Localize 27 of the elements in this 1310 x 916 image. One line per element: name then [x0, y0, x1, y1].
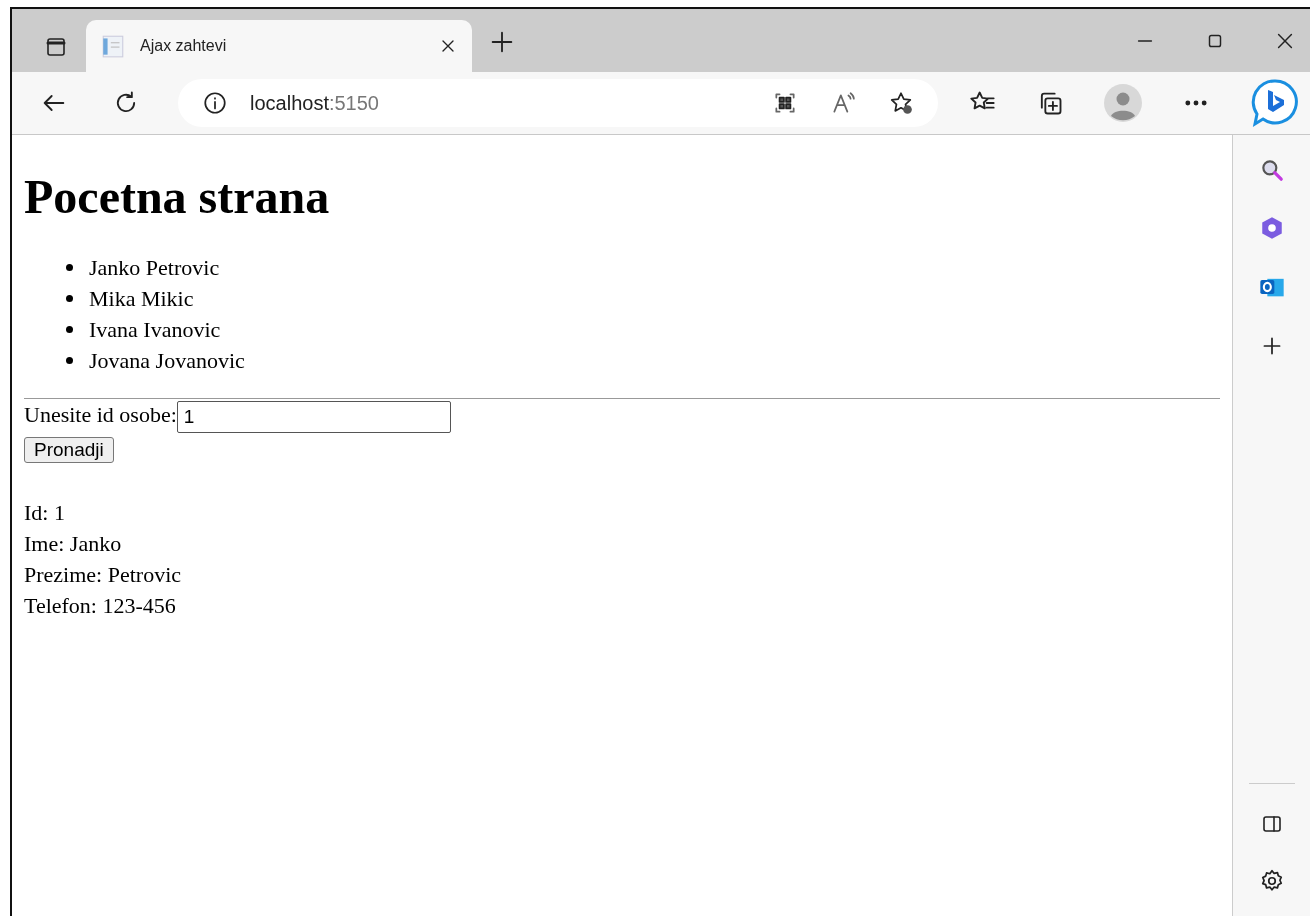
address-bar[interactable]: localhost:5150	[178, 79, 938, 127]
field-label: Unesite id osobe:	[24, 402, 177, 427]
result-line: Prezime: Petrovic	[24, 560, 182, 589]
browser-tab[interactable]: Ajax zahtevi	[86, 20, 472, 72]
bullet-icon	[66, 357, 73, 364]
bullet-icon	[66, 295, 73, 302]
page-heading: Pocetna strana	[24, 169, 331, 224]
avatar-icon[interactable]	[1104, 84, 1142, 122]
tab-title: Ajax zahtevi	[140, 37, 228, 55]
bullet-icon	[66, 264, 73, 271]
result-line: Telefon: 123-456	[24, 591, 177, 620]
result-line: Id: 1	[24, 498, 66, 527]
bullet-icon	[66, 326, 73, 333]
id-input[interactable]: 1	[176, 400, 451, 433]
page-icon	[100, 33, 126, 59]
grid-icon[interactable]	[772, 90, 798, 116]
star-add-icon[interactable]	[888, 90, 914, 116]
list-item: Ivana Ivanovic	[89, 316, 221, 344]
list-item: Mika Mikic	[89, 285, 194, 313]
url-text: localhost:5150	[250, 91, 380, 115]
search-button[interactable]: Pronadji	[24, 436, 114, 463]
tab-actions-icon[interactable]	[44, 35, 68, 59]
list-item: Jovana Jovanovic	[89, 347, 245, 375]
chat-bubble-icon[interactable]	[1250, 78, 1300, 128]
result-line: Ime: Janko	[24, 529, 123, 558]
info-icon	[202, 90, 228, 116]
list-item: Janko Petrovic	[89, 254, 220, 282]
